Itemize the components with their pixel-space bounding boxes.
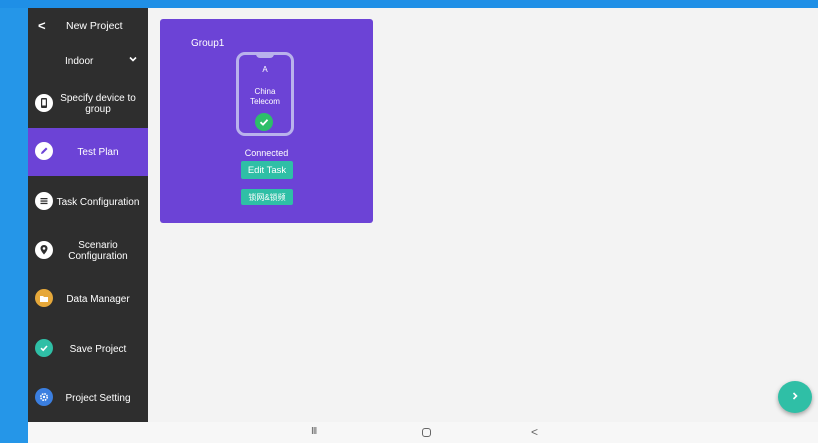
chevron-right-icon xyxy=(790,390,800,404)
sidebar-item-label: Scenario Configuration xyxy=(68,240,128,262)
back-icon[interactable]: < xyxy=(531,425,538,439)
sidebar-item-task-configuration[interactable]: Task Configuration xyxy=(28,178,148,226)
project-title: New Project xyxy=(66,20,123,32)
next-button[interactable] xyxy=(778,381,812,413)
folder-icon xyxy=(35,289,53,307)
sidebar-item-specify-device[interactable]: Specify device to group xyxy=(28,80,148,128)
location-pin-icon xyxy=(35,241,53,259)
sidebar-item-save-project[interactable]: Save Project xyxy=(28,325,148,373)
sidebar-item-label: Save Project xyxy=(69,343,127,355)
sidebar-item-label: Specify device to group xyxy=(60,93,136,115)
phone-icon xyxy=(35,94,53,112)
sidebar-header: < New Project xyxy=(28,8,148,44)
pencil-icon xyxy=(35,142,53,160)
gear-icon xyxy=(35,388,53,406)
slot-label: A xyxy=(262,65,268,74)
phone-notch xyxy=(256,52,274,58)
sidebar-item-label: Data Manager xyxy=(66,293,130,305)
status-bar xyxy=(0,0,818,8)
sidebar-item-data-manager[interactable]: Data Manager xyxy=(28,275,148,323)
sidebar-item-label: Test Plan xyxy=(77,146,119,158)
list-icon xyxy=(35,192,53,210)
status-text: Connected xyxy=(244,148,289,158)
group-card[interactable]: Group1 A China Telecom Connected Edit Ta… xyxy=(160,19,373,223)
sidebar-item-test-plan[interactable]: Test Plan xyxy=(28,128,148,176)
sidebar-item-label: Task Configuration xyxy=(56,196,140,208)
check-circle-icon xyxy=(255,113,273,131)
sidebar: < New Project Indoor Specify device to g… xyxy=(28,8,148,422)
check-circle-icon xyxy=(35,339,53,357)
edit-task-button[interactable]: Edit Task xyxy=(241,161,293,179)
sidebar-item-scenario-configuration[interactable]: Scenario Configuration xyxy=(28,227,148,275)
main-content: Group1 A China Telecom Connected Edit Ta… xyxy=(148,8,818,422)
phone-icon: A China Telecom xyxy=(236,52,294,136)
chevron-left-icon[interactable]: < xyxy=(38,18,46,33)
chevron-down-icon xyxy=(128,54,138,67)
system-nav-bar: III < xyxy=(28,422,818,443)
lock-network-button[interactable]: 锁网&锁频 xyxy=(241,189,293,205)
sidebar-item-project-setting[interactable]: Project Setting xyxy=(28,374,148,422)
home-icon[interactable] xyxy=(422,428,431,437)
recents-icon[interactable]: III xyxy=(311,426,317,437)
carrier-label: China Telecom xyxy=(250,87,280,106)
environment-select[interactable]: Indoor xyxy=(28,48,148,76)
window-frame xyxy=(0,8,28,443)
environment-select-value: Indoor xyxy=(65,56,94,67)
sidebar-item-label: Project Setting xyxy=(65,392,131,404)
group-name: Group1 xyxy=(191,38,225,49)
